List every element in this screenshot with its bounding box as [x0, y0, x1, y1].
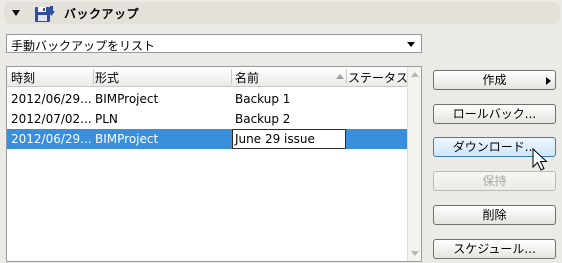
column-header-name[interactable]: 名前 — [235, 69, 259, 86]
keep-button-label: 保持 — [482, 174, 507, 188]
table-row[interactable]: 2012/07/02... PLN Backup 2 — [7, 109, 409, 129]
column-header-time[interactable]: 時刻 — [11, 69, 35, 86]
mouse-pointer-icon — [532, 148, 548, 171]
panel-title: バックアップ — [64, 7, 140, 21]
keep-button[interactable]: 保持 — [433, 171, 556, 191]
cell-format: BIMProject — [95, 92, 159, 106]
cell-format: BIMProject — [95, 132, 159, 146]
backup-panel: バックアップ 手動バックアップをリスト 時刻 形式 名前 ステータス 2012/… — [0, 0, 562, 263]
name-edit-field[interactable]: June 29 issue — [232, 129, 346, 149]
scroll-down-icon[interactable] — [411, 251, 419, 256]
rollback-button[interactable]: ロールバック... — [433, 104, 556, 124]
table-row[interactable]: 2012/06/29... BIMProject Backup 1 — [7, 89, 409, 109]
create-button-label: 作成 — [482, 73, 507, 87]
create-button[interactable]: 作成 — [433, 70, 556, 90]
cell-time: 2012/06/29... — [11, 132, 92, 146]
schedule-button[interactable]: スケジュール... — [433, 239, 556, 259]
delete-button-label: 削除 — [482, 208, 507, 222]
column-divider[interactable] — [93, 69, 94, 84]
backup-list[interactable]: 時刻 形式 名前 ステータス 2012/06/29... BIMProject … — [6, 66, 422, 262]
column-divider[interactable] — [231, 69, 232, 84]
sort-ascending-icon — [336, 74, 344, 79]
backup-filter-dropdown[interactable]: 手動バックアップをリスト — [6, 34, 422, 53]
collapse-triangle-icon[interactable] — [12, 10, 20, 16]
column-header-format[interactable]: 形式 — [95, 69, 119, 86]
cell-time: 2012/06/29... — [11, 92, 92, 106]
name-edit-value: June 29 issue — [235, 132, 315, 146]
column-header-status[interactable]: ステータス — [348, 69, 408, 86]
column-divider[interactable] — [346, 69, 347, 84]
rollback-button-label: ロールバック... — [452, 107, 537, 121]
floppy-disk-icon — [35, 6, 55, 22]
cell-name: Backup 2 — [235, 112, 291, 126]
scroll-up-icon[interactable] — [411, 72, 419, 77]
panel-header[interactable]: バックアップ — [4, 2, 560, 24]
delete-button[interactable]: 削除 — [433, 205, 556, 225]
download-button-label: ダウンロード... — [452, 140, 537, 154]
chevron-right-icon — [546, 77, 551, 85]
table-header: 時刻 形式 名前 ステータス — [7, 67, 409, 87]
cell-name: Backup 1 — [235, 92, 291, 106]
chevron-down-icon — [407, 42, 415, 47]
vertical-scrollbar[interactable] — [407, 67, 421, 261]
cell-time: 2012/07/02... — [11, 112, 92, 126]
dropdown-value: 手動バックアップをリスト — [11, 39, 156, 53]
table-row-selected[interactable]: 2012/06/29... BIMProject June 29 issue — [7, 129, 409, 149]
cell-format: PLN — [95, 112, 118, 126]
schedule-button-label: スケジュール... — [453, 242, 536, 256]
